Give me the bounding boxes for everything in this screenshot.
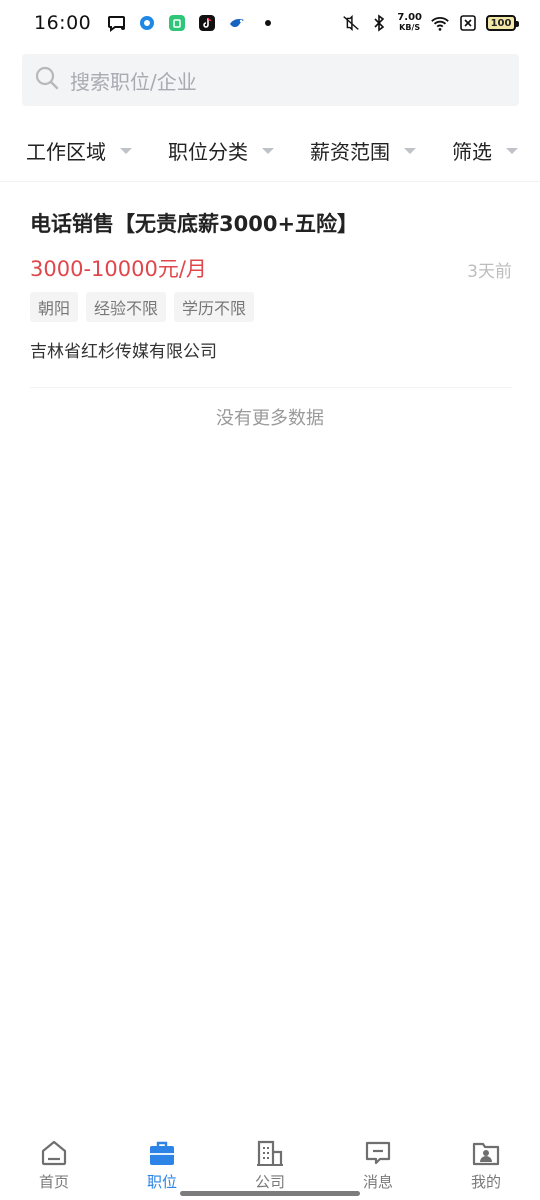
job-title: 电话销售【无责底薪3000+五险】	[30, 212, 359, 236]
filter-bar: 工作区域 职位分类 薪资范围 筛选	[0, 120, 540, 182]
filter-label: 筛选	[452, 140, 492, 164]
briefcase-icon	[147, 1138, 177, 1168]
job-tags: 朝阳 经验不限 学历不限	[30, 292, 255, 322]
building-icon	[255, 1138, 285, 1168]
home-indicator[interactable]	[180, 1191, 360, 1196]
nav-label: 消息	[362, 1173, 393, 1191]
nav-messages[interactable]: 消息	[324, 1130, 432, 1192]
search-icon	[34, 65, 60, 95]
bird-app-icon	[227, 13, 247, 33]
message-icon	[363, 1138, 393, 1168]
job-tag-location: 朝阳	[30, 292, 79, 322]
nav-company[interactable]: 公司	[216, 1130, 324, 1192]
nav-jobs[interactable]: 职位	[108, 1130, 216, 1192]
search-placeholder: 搜索职位/企业	[70, 69, 197, 94]
mute-icon	[341, 13, 361, 33]
battery-indicator: 100	[486, 15, 519, 31]
job-company: 吉林省红杉传媒有限公司	[30, 342, 217, 362]
job-tag-experience: 经验不限	[86, 292, 167, 322]
nav-label: 我的	[470, 1173, 501, 1191]
job-salary: 3000-10000元/月	[30, 257, 207, 281]
nav-label: 职位	[146, 1173, 177, 1191]
home-icon	[39, 1138, 69, 1168]
notification-icons	[107, 13, 272, 33]
app-circle-icon	[137, 13, 157, 33]
job-list-item[interactable]: 电话销售【无责底薪3000+五险】 3000-10000元/月 3天前 朝阳 经…	[30, 200, 512, 388]
list-end-text: 没有更多数据	[216, 408, 324, 429]
caret-down-icon	[404, 147, 416, 154]
bluetooth-icon	[369, 13, 389, 33]
filter-label: 薪资范围	[310, 140, 390, 164]
wifi-icon	[430, 13, 450, 33]
filter-more[interactable]: 筛选	[452, 136, 518, 165]
system-icons: 7.00 KB/S 100	[341, 13, 519, 33]
filter-label: 职位分类	[168, 140, 248, 164]
filter-area[interactable]: 工作区域	[26, 136, 132, 165]
search-input[interactable]: 搜索职位/企业	[22, 54, 519, 106]
nav-profile[interactable]: 我的	[432, 1130, 540, 1192]
more-notifications-dot	[265, 20, 272, 26]
job-posted-date: 3天前	[467, 262, 512, 282]
bottom-nav: 首页 职位 公司 消息 我的	[0, 1130, 540, 1200]
chat-bubble-icon	[107, 13, 127, 33]
network-speed: 7.00 KB/S	[397, 13, 422, 33]
nav-label: 公司	[254, 1173, 285, 1191]
nav-label: 首页	[38, 1173, 69, 1191]
green-app-icon	[167, 13, 187, 33]
caret-down-icon	[262, 147, 274, 154]
network-speed-unit: KB/S	[399, 23, 421, 32]
caret-down-icon	[506, 147, 518, 154]
tiktok-icon	[197, 13, 217, 33]
caret-down-icon	[120, 147, 132, 154]
status-time: 16:00	[34, 12, 92, 34]
status-bar: 16:00 7.00 KB/S 100	[0, 0, 540, 46]
no-sim-icon	[458, 13, 478, 33]
filter-label: 工作区域	[26, 140, 106, 164]
profile-icon	[471, 1138, 501, 1168]
filter-salary[interactable]: 薪资范围	[310, 136, 416, 165]
filter-category[interactable]: 职位分类	[168, 136, 274, 165]
screen: 16:00 7.00 KB/S 100 搜索职位/企业 工作区域 职位分类 薪资…	[0, 0, 540, 1200]
network-speed-value: 7.00	[397, 12, 422, 23]
job-tag-education: 学历不限	[174, 292, 255, 322]
nav-home[interactable]: 首页	[0, 1130, 108, 1192]
